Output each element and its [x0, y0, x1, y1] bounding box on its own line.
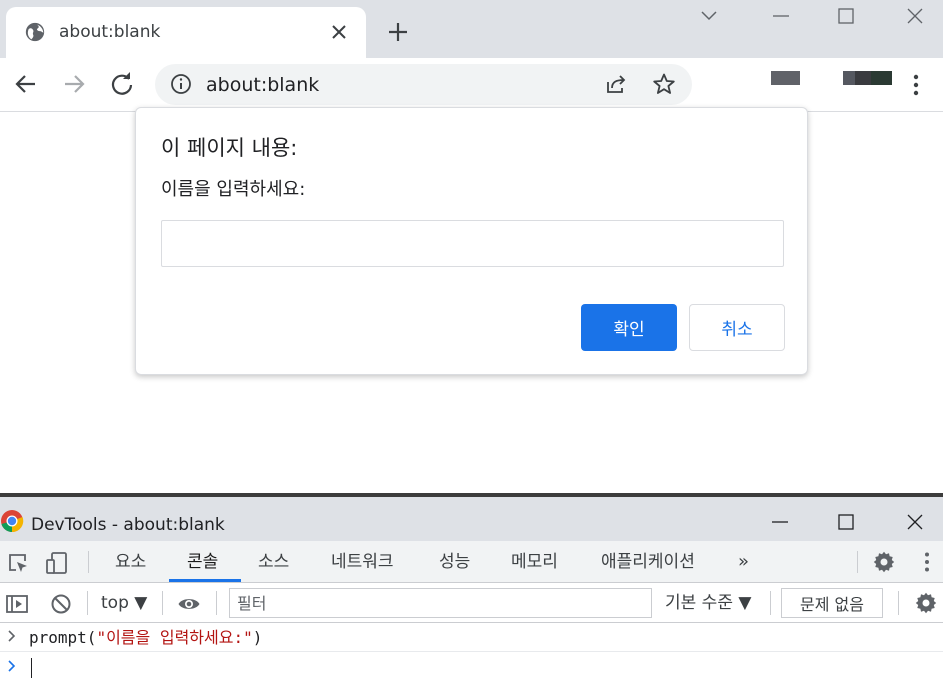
- maximize-icon[interactable]: [836, 6, 856, 26]
- browser-tabstrip: about:blank: [0, 0, 943, 58]
- address-bar-url: about:blank: [206, 74, 320, 96]
- tab-sources[interactable]: 소스: [258, 551, 289, 573]
- tab-title: about:blank: [59, 22, 161, 42]
- device-toggle-icon[interactable]: [45, 551, 69, 575]
- eye-icon[interactable]: [177, 592, 201, 616]
- tab-console[interactable]: 콘솔: [187, 551, 218, 573]
- tab-memory[interactable]: 메모리: [511, 551, 558, 573]
- inspect-element-icon[interactable]: [6, 551, 30, 575]
- devtools-window: DevTools - about:blank 요소 콘솔 소스 네트워크 성능 …: [0, 493, 943, 685]
- devtools-window-title: DevTools - about:blank: [31, 515, 225, 535]
- prompt-dialog: 이 페이지 내용: 이름을 입력하세요: 확인 취소: [135, 107, 808, 375]
- tab-application[interactable]: 애플리케이션: [601, 551, 695, 573]
- console-prompt[interactable]: [0, 653, 943, 682]
- chevron-right-icon: [8, 660, 16, 672]
- cancel-button[interactable]: 취소: [689, 304, 785, 351]
- clear-console-icon[interactable]: [49, 592, 73, 616]
- minimize-icon[interactable]: [771, 6, 791, 26]
- tab-performance[interactable]: 성능: [439, 551, 470, 573]
- more-tabs-button[interactable]: »: [738, 551, 749, 573]
- log-levels-dropdown[interactable]: 기본 수준 ▼: [665, 592, 751, 614]
- profile-avatar[interactable]: [843, 71, 892, 85]
- chrome-logo-icon: [1, 510, 24, 533]
- dialog-message: 이름을 입력하세요:: [161, 179, 306, 200]
- close-window-icon[interactable]: [905, 512, 925, 532]
- tab-elements[interactable]: 요소: [115, 551, 146, 573]
- toolbar-divider: [857, 551, 858, 573]
- toolbar-divider: [162, 591, 163, 615]
- code-function: prompt(: [29, 628, 97, 647]
- reload-icon[interactable]: [109, 71, 135, 97]
- toolbar-divider: [88, 551, 89, 573]
- info-icon[interactable]: [170, 73, 192, 95]
- close-window-icon[interactable]: [905, 6, 925, 26]
- context-selector[interactable]: top ▼: [101, 592, 147, 614]
- gear-icon[interactable]: [914, 591, 938, 615]
- code-string: "이름을 입력하세요:": [96, 628, 253, 647]
- arrow-left-icon[interactable]: [13, 71, 39, 97]
- chevron-right-icon: [8, 630, 16, 642]
- gear-icon[interactable]: [872, 550, 896, 574]
- ok-button[interactable]: 확인: [581, 304, 677, 351]
- console-toolbar: top ▼ 기본 수준 ▼ 문제 없음: [0, 583, 943, 623]
- address-bar[interactable]: about:blank: [155, 64, 692, 105]
- devtools-tabbar: 요소 콘솔 소스 네트워크 성능 메모리 애플리케이션 »: [0, 541, 943, 583]
- active-tab-indicator: [169, 579, 241, 582]
- extension-icon[interactable]: [771, 71, 800, 85]
- sidebar-toggle-icon[interactable]: [5, 592, 29, 616]
- console-entry: prompt("이름을 입력하세요:"): [0, 623, 943, 652]
- devtools-titlebar: DevTools - about:blank: [0, 497, 943, 541]
- plus-icon[interactable]: [386, 20, 410, 44]
- toolbar-divider: [87, 591, 88, 615]
- kebab-icon[interactable]: [906, 72, 926, 98]
- close-icon[interactable]: [329, 22, 349, 42]
- toolbar-divider: [898, 591, 899, 615]
- globe-icon: [25, 22, 45, 42]
- browser-tab[interactable]: about:blank: [6, 7, 366, 58]
- prompt-input[interactable]: [161, 220, 784, 267]
- tab-network[interactable]: 네트워크: [331, 551, 394, 573]
- toolbar-divider: [770, 591, 771, 615]
- star-icon[interactable]: [652, 72, 676, 96]
- code-paren: ): [252, 628, 263, 647]
- toolbar-divider: [216, 591, 217, 615]
- console-output[interactable]: prompt("이름을 입력하세요:"): [0, 623, 943, 685]
- share-icon[interactable]: [604, 72, 628, 96]
- arrow-right-icon[interactable]: [61, 71, 87, 97]
- maximize-icon[interactable]: [836, 512, 856, 532]
- text-caret: [31, 658, 32, 678]
- kebab-icon[interactable]: [917, 550, 937, 574]
- console-filter-input[interactable]: [229, 588, 652, 618]
- console-entry-code: prompt("이름을 입력하세요:"): [29, 628, 262, 648]
- browser-toolbar: about:blank: [0, 58, 943, 112]
- issues-button[interactable]: 문제 없음: [781, 588, 883, 618]
- minimize-icon[interactable]: [770, 512, 790, 532]
- chevron-down-icon[interactable]: [699, 6, 719, 26]
- dialog-title: 이 페이지 내용:: [161, 136, 298, 160]
